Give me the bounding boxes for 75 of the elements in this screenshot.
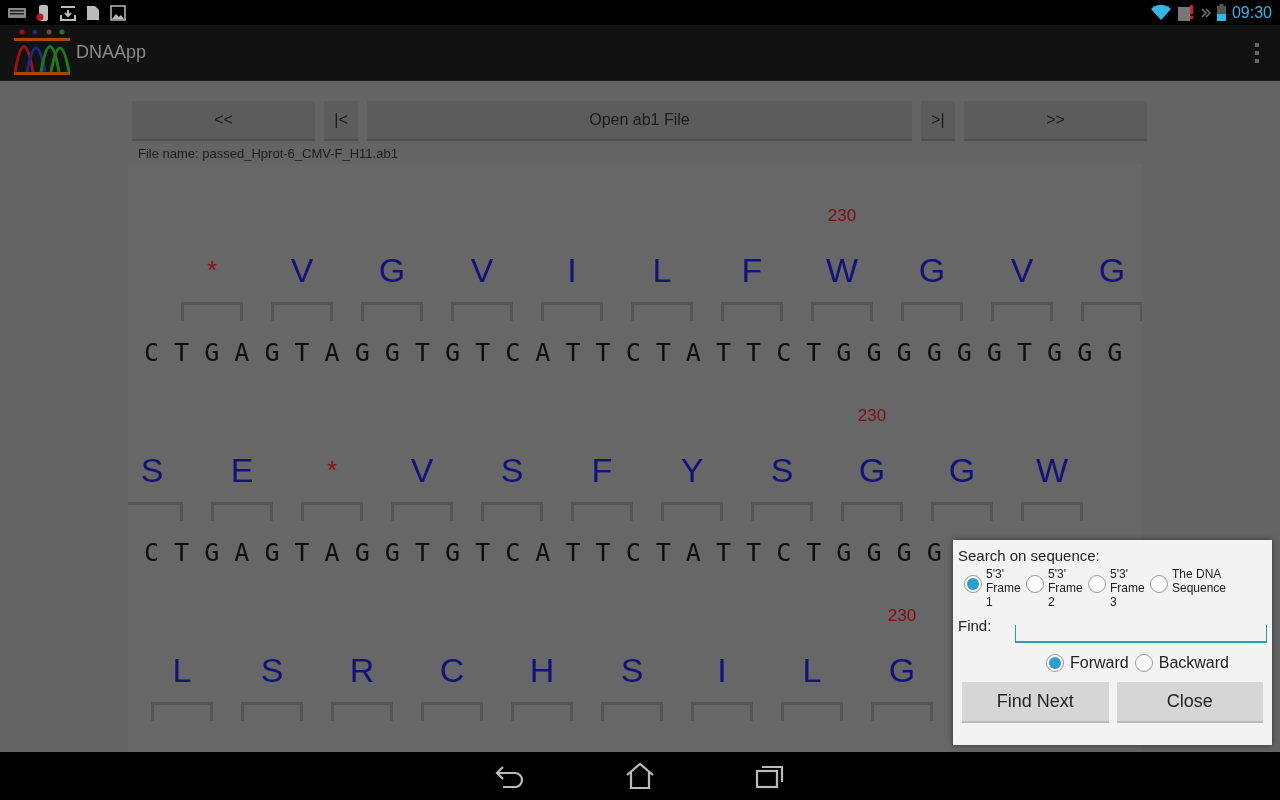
dna-sequence: C T G A G T A G G T G T C A T T C T A T T C T G G G G	[144, 537, 942, 569]
recent-apps-icon[interactable]	[755, 763, 785, 789]
battery-alert-icon	[36, 3, 50, 22]
dna-sequence: C T G A G T A G G T G T C A T T C T A T T C T G G G G G G T G G G	[144, 337, 1123, 369]
battery-icon	[1216, 4, 1226, 21]
radio-button[interactable]	[1134, 654, 1153, 672]
app-logo-icon	[13, 27, 71, 78]
wifi-icon	[1150, 5, 1171, 20]
app-title: DNAApp	[76, 41, 147, 64]
amino-acid: V	[290, 250, 314, 290]
toolbar-button[interactable]: >|	[921, 101, 955, 141]
image-icon	[110, 4, 126, 21]
toolbar-button[interactable]: |<	[324, 101, 358, 141]
amino-acid: E	[230, 450, 254, 490]
amino-acid: G	[1098, 250, 1126, 290]
amino-acid: L	[652, 250, 672, 290]
radio-label: 5'3' Frame 2	[1048, 567, 1084, 609]
amino-acid: L	[172, 650, 192, 690]
keyboard-icon	[8, 7, 26, 18]
amino-acid: G	[858, 450, 886, 490]
radio-label: Forward	[1070, 653, 1129, 673]
dialog-button[interactable]: Close	[1116, 682, 1263, 723]
find-field[interactable]	[1015, 625, 1267, 643]
file-name: File name: passed_Hprot-6_CMV-F_H11.ab1	[138, 146, 398, 162]
sim-alert-icon	[1176, 3, 1195, 22]
amino-acid: F	[591, 450, 613, 490]
amino-acid: G	[948, 450, 976, 490]
amino-acid: G	[918, 250, 946, 290]
amino-acid: G	[378, 250, 406, 290]
download-icon	[60, 4, 76, 21]
amino-acid: W	[825, 250, 859, 290]
clock: 09:30	[1231, 2, 1272, 23]
radio-label: 5'3' Frame 1	[986, 567, 1022, 609]
amino-acid: G	[888, 650, 916, 690]
amino-acid: S	[620, 650, 644, 690]
amino-acid: V	[1010, 250, 1034, 290]
radio-button[interactable]	[1150, 575, 1168, 593]
position-label: 230	[886, 605, 918, 627]
position-label: 230	[856, 405, 888, 427]
dialog-button[interactable]: Find Next	[962, 682, 1109, 723]
radio-button[interactable]	[1046, 654, 1065, 672]
stop-codon-mark: *	[206, 254, 218, 287]
position-label: 230	[826, 205, 858, 227]
dialog-title: Search on sequence:	[958, 547, 1101, 565]
amino-acid: S	[500, 450, 524, 490]
amino-acid: H	[529, 650, 555, 690]
amino-acid: I	[717, 650, 727, 690]
overflow-menu-icon[interactable]	[1254, 41, 1260, 64]
amino-acid: V	[410, 450, 434, 490]
radio-label: 5'3' Frame 3	[1110, 567, 1146, 609]
radio-button[interactable]	[964, 575, 982, 593]
radio-button[interactable]	[1026, 575, 1044, 593]
amino-acid: W	[1035, 450, 1069, 490]
amino-acid: I	[567, 250, 577, 290]
toolbar-button[interactable]: Open ab1 File	[367, 101, 912, 141]
sd-card-icon	[86, 4, 100, 21]
amino-acid: R	[349, 650, 375, 690]
radio-label: The DNA Sequence	[1172, 567, 1228, 595]
stop-codon-mark: *	[326, 454, 338, 487]
back-icon[interactable]	[495, 764, 525, 788]
amino-acid: S	[260, 650, 284, 690]
amino-acid: S	[140, 450, 164, 490]
home-icon[interactable]	[625, 762, 655, 790]
amino-acid: S	[770, 450, 794, 490]
amino-acid: V	[470, 250, 494, 290]
chevrons-icon	[1200, 7, 1211, 18]
amino-acid: C	[439, 650, 465, 690]
amino-acid: Y	[680, 450, 704, 490]
toolbar-button[interactable]: >>	[964, 101, 1147, 141]
toolbar-button[interactable]: <<	[132, 101, 315, 141]
amino-acid: F	[741, 250, 763, 290]
radio-label: Backward	[1158, 653, 1229, 673]
radio-button[interactable]	[1088, 575, 1106, 593]
amino-acid: L	[802, 650, 822, 690]
find-label: Find:	[958, 617, 992, 635]
